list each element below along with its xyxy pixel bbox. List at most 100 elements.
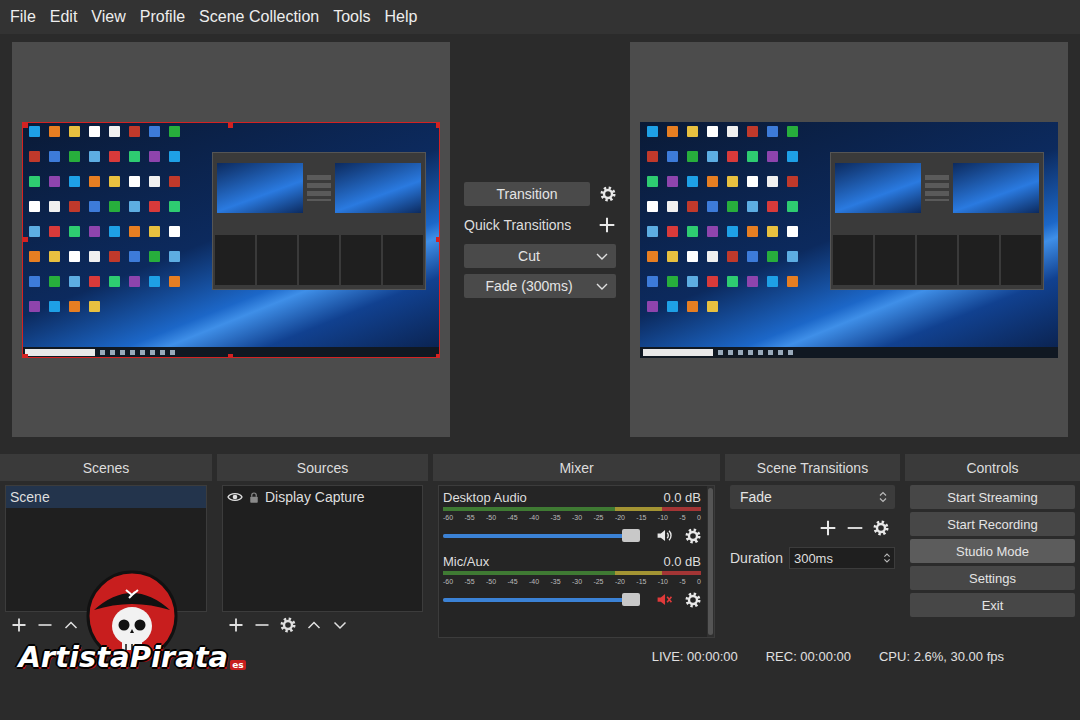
scene-item[interactable]: Scene [6,486,206,508]
speaker-icon[interactable] [656,527,673,544]
gear-icon-svg[interactable] [873,520,889,536]
gear-icon[interactable] [873,520,889,536]
scenes-list: Scene [5,485,207,612]
mixer-scrollbar[interactable] [707,486,714,637]
move-down-icon-svg[interactable] [89,617,105,633]
menu-item[interactable]: Help [378,6,425,28]
move-down-icon[interactable] [332,617,348,633]
desktop-icon [49,126,60,137]
resize-handle[interactable] [23,237,28,242]
move-up-icon[interactable] [63,617,79,633]
desktop-icon [49,201,60,212]
spin-arrows-icon-svg[interactable] [875,488,891,506]
scrollbar-thumb[interactable] [708,488,713,635]
minus-icon-svg[interactable] [254,617,270,633]
plus-icon-svg[interactable] [11,617,27,633]
exit-button[interactable]: Exit [910,593,1075,617]
speaker-icon-svg[interactable] [656,527,673,544]
menu-item[interactable]: Tools [326,6,377,28]
lock-icon[interactable] [248,491,260,504]
volume-thumb[interactable] [622,593,640,606]
dock-body: Scene [0,481,212,640]
plus-icon[interactable] [598,216,616,234]
menu-item[interactable]: File [3,6,43,28]
minus-icon[interactable] [846,519,864,537]
lock-icon-svg[interactable] [248,491,260,504]
plus-icon-svg[interactable] [819,519,837,537]
menu-item[interactable]: Scene Collection [192,6,326,28]
gear-icon-svg[interactable] [685,592,701,608]
gear-icon[interactable] [280,617,296,633]
spin-arrows-icon-svg[interactable] [880,550,894,566]
plus-icon-svg[interactable] [598,216,616,234]
eye-icon[interactable] [227,489,243,505]
volume-thumb[interactable] [622,529,640,542]
dock-title: Scene Transitions [725,454,900,481]
scenes-dock: ScenesScene [0,454,212,640]
transition-dropdown[interactable]: Fade [730,485,895,509]
quick-transition-dropdown[interactable]: Fade (300ms) [464,274,616,298]
eye-icon-svg[interactable] [227,489,243,505]
move-up-icon-svg[interactable] [306,617,322,633]
menu-item[interactable]: Profile [133,6,192,28]
desktop-icon [787,151,798,162]
desktop-icon [707,251,718,262]
speaker-muted-icon[interactable] [656,591,673,608]
resize-handle[interactable] [228,123,233,128]
desktop-icon [149,151,160,162]
gear-icon[interactable] [685,528,701,544]
resize-handle[interactable] [23,123,28,128]
desktop-icon [29,201,40,212]
gear-icon[interactable] [600,186,616,202]
desktop-icon [149,201,160,212]
studio-mode-button[interactable]: Studio Mode [910,539,1075,563]
minus-icon[interactable] [254,617,270,633]
desktop-icon [647,301,658,312]
source-item[interactable]: Display Capture [223,486,422,508]
move-down-icon[interactable] [89,617,105,633]
move-down-icon-svg[interactable] [332,617,348,633]
menu-item[interactable]: Edit [43,6,85,28]
minus-icon-svg[interactable] [37,617,53,633]
settings-button[interactable]: Settings [910,566,1075,590]
resize-handle[interactable] [436,354,440,358]
plus-icon[interactable] [11,617,27,633]
program-pane[interactable] [630,42,1068,437]
gear-icon-svg[interactable] [600,186,616,202]
plus-icon-svg[interactable] [228,617,244,633]
desktop-icon [787,226,798,237]
resize-handle[interactable] [228,354,233,358]
plus-icon[interactable] [228,617,244,633]
menu-item[interactable]: View [84,6,132,28]
volume-slider[interactable] [443,598,640,602]
gear-icon-svg[interactable] [280,617,296,633]
start-streaming-button[interactable]: Start Streaming [910,485,1075,509]
desktop-icon [707,176,718,187]
plus-icon[interactable] [819,519,837,537]
resize-handle[interactable] [436,123,440,128]
move-up-icon-svg[interactable] [63,617,79,633]
desktop-icon [129,251,140,262]
quick-transition-dropdown[interactable]: Cut [464,244,616,268]
spin-arrows-icon[interactable] [875,488,891,506]
desktop-icon [647,176,658,187]
minus-icon[interactable] [37,617,53,633]
spin-arrows-icon[interactable] [880,550,894,566]
source-label: Display Capture [265,489,365,505]
duration-spinbox[interactable]: 300ms [789,547,895,569]
minus-icon-svg[interactable] [846,519,864,537]
desktop-icon [129,226,140,237]
scale-label: 0 [697,513,701,522]
desktop-icon [767,126,778,137]
move-up-icon[interactable] [306,617,322,633]
preview-pane[interactable] [12,42,450,437]
volume-slider[interactable] [443,534,640,538]
speaker-muted-icon-svg[interactable] [656,591,673,608]
desktop-icon [29,226,40,237]
gear-icon-svg[interactable] [685,528,701,544]
gear-icon[interactable] [685,592,701,608]
transition-button[interactable]: Transition [464,182,590,206]
resize-handle[interactable] [23,354,28,358]
resize-handle[interactable] [436,237,440,242]
start-recording-button[interactable]: Start Recording [910,512,1075,536]
